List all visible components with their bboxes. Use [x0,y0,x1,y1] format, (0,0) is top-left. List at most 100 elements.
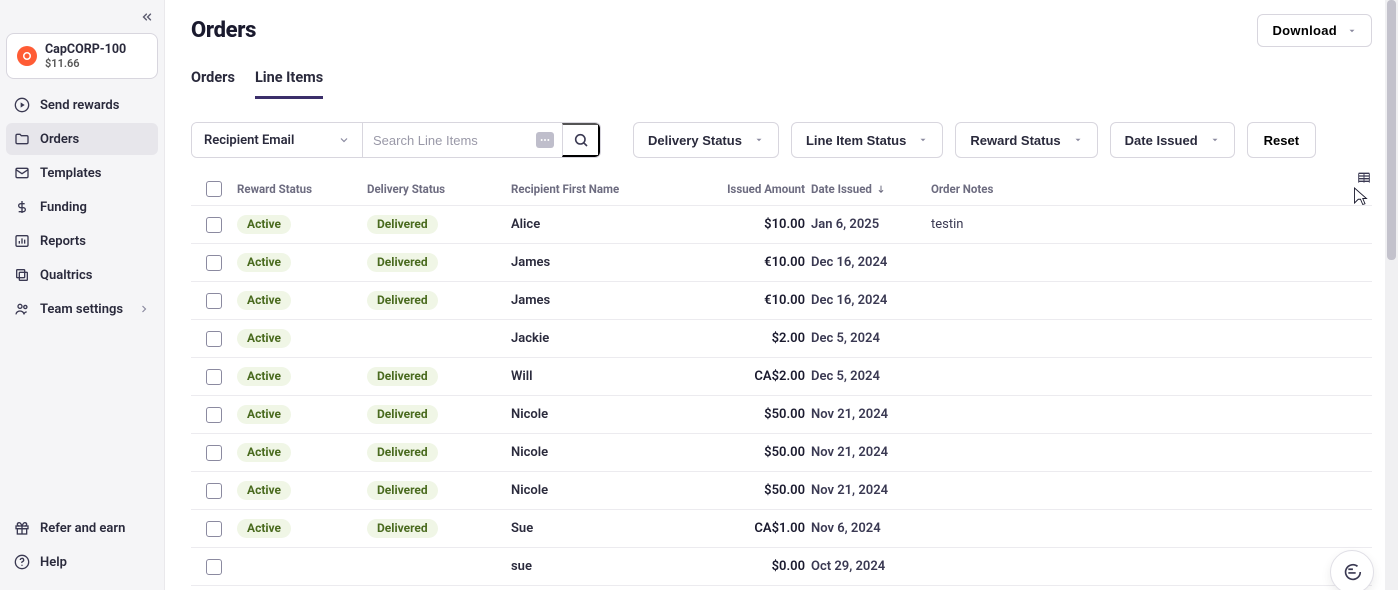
row-checkbox[interactable] [206,369,222,385]
cell-reward-status: Active [237,481,367,500]
page-title: Orders [191,18,256,43]
cell-reward-status: Active [237,367,367,386]
tab-line-items[interactable]: Line Items [255,69,323,99]
cell-recipient-name: James [511,293,711,308]
org-switcher[interactable]: CapCORP-100 $11.66 [6,33,158,79]
table-row[interactable]: ActiveDeliveredNicole$50.00Nov 21, 2024 [191,396,1372,434]
table-row[interactable]: ActiveDeliveredJames€10.00Dec 16, 2024 [191,244,1372,282]
line-items-table: Reward Status Delivery Status Recipient … [191,172,1372,586]
table-row[interactable]: ActiveJackie$2.00Dec 5, 2024 [191,320,1372,358]
filter-date-issued[interactable]: Date Issued [1110,122,1235,158]
help-icon [14,554,30,570]
cell-reward-status: Active [237,253,367,272]
sidebar-item-orders[interactable]: Orders [6,123,158,155]
row-checkbox[interactable] [206,521,222,537]
row-checkbox[interactable] [206,483,222,499]
scrollbar[interactable] [1385,0,1398,590]
collapse-sidebar-button[interactable] [140,10,154,27]
chevron-double-left-icon [140,10,154,24]
row-checkbox[interactable] [206,407,222,423]
sidebar-item-help[interactable]: Help [6,546,158,578]
sidebar-bottom: Refer and earn Help [6,512,158,582]
filter-line-item-status[interactable]: Line Item Status [791,122,943,158]
columns-icon [1356,170,1372,186]
caret-down-icon [918,135,928,145]
table-row[interactable]: sue$0.00Oct 29, 2024 [191,548,1372,586]
select-all-checkbox[interactable] [206,181,222,197]
th-recipient-first-name[interactable]: Recipient First Name [511,182,711,196]
row-checkbox[interactable] [206,445,222,461]
table-row[interactable]: ActiveDeliveredAlice$10.00Jan 6, 2025tes… [191,206,1372,244]
help-launcher[interactable] [1330,550,1374,590]
sidebar-item-team-settings[interactable]: Team settings [6,293,158,325]
row-checkbox[interactable] [206,255,222,271]
row-checkbox[interactable] [206,331,222,347]
cell-date-issued: Nov 21, 2024 [811,407,931,422]
cell-issued-amount: $0.00 [711,559,811,574]
reset-button[interactable]: Reset [1247,122,1316,158]
th-delivery-status[interactable]: Delivery Status [367,182,511,196]
cell-date-issued: Jan 6, 2025 [811,217,931,232]
th-order-notes[interactable]: Order Notes [931,182,1332,196]
sidebar-item-label: Qualtrics [40,268,150,283]
folder-icon [14,131,30,147]
org-name: CapCORP-100 [45,42,126,57]
sidebar-item-label: Funding [40,200,150,215]
cell-date-issued: Dec 16, 2024 [811,255,931,270]
th-date-issued[interactable]: Date Issued [811,182,931,196]
kbd-hint-icon [536,132,554,148]
filter-reward-status[interactable]: Reward Status [955,122,1097,158]
scrollbar-thumb[interactable] [1387,0,1396,260]
table-row[interactable]: ActiveDeliveredSueCA$1.00Nov 6, 2024 [191,510,1372,548]
sidebar-item-templates[interactable]: Templates [6,157,158,189]
search-type-select[interactable]: Recipient Email [192,123,362,157]
cell-delivery-status: Delivered [367,443,511,462]
sidebar-item-qualtrics[interactable]: Qualtrics [6,259,158,291]
filter-label: Delivery Status [648,133,742,148]
dollar-icon [14,199,30,215]
sidebar-item-funding[interactable]: Funding [6,191,158,223]
caret-down-icon [1347,26,1357,36]
download-button[interactable]: Download [1257,14,1372,47]
tab-orders[interactable]: Orders [191,69,235,99]
row-checkbox[interactable] [206,559,222,575]
search-button[interactable] [562,123,600,157]
cell-issued-amount: CA$2.00 [711,369,811,384]
cell-recipient-name: Nicole [511,445,711,460]
caret-down-icon [1210,135,1220,145]
table-header-row: Reward Status Delivery Status Recipient … [191,172,1372,206]
cell-reward-status: Active [237,405,367,424]
cell-date-issued: Nov 6, 2024 [811,521,931,536]
cell-issued-amount: $50.00 [711,407,811,422]
th-issued-amount[interactable]: Issued Amount [711,182,811,196]
cell-reward-status: Active [237,329,367,348]
cell-recipient-name: Nicole [511,407,711,422]
cell-issued-amount: €10.00 [711,255,811,270]
row-checkbox[interactable] [206,293,222,309]
cell-delivery-status: Delivered [367,481,511,500]
users-icon [14,301,30,317]
cell-delivery-status: Delivered [367,367,511,386]
sidebar-item-reports[interactable]: Reports [6,225,158,257]
table-row[interactable]: ActiveDeliveredNicole$50.00Nov 21, 2024 [191,472,1372,510]
table-row[interactable]: ActiveDeliveredJames€10.00Dec 16, 2024 [191,282,1372,320]
sidebar-item-refer[interactable]: Refer and earn [6,512,158,544]
sidebar-item-send-rewards[interactable]: Send rewards [6,89,158,121]
search-input[interactable] [373,133,552,148]
sidebar-item-label: Orders [40,132,150,147]
column-settings-button[interactable] [1356,170,1372,189]
row-checkbox[interactable] [206,217,222,233]
chat-icon [1341,561,1363,583]
cell-reward-status: Active [237,291,367,310]
cell-reward-status: Active [237,443,367,462]
table-row[interactable]: ActiveDeliveredWillCA$2.00Dec 5, 2024 [191,358,1372,396]
gift-icon [14,520,30,536]
sidebar: CapCORP-100 $11.66 Send rewards Orders T… [0,0,165,590]
cell-recipient-name: Jackie [511,331,711,346]
cell-issued-amount: $50.00 [711,483,811,498]
th-reward-status[interactable]: Reward Status [237,182,367,196]
table-row[interactable]: ActiveDeliveredNicole$50.00Nov 21, 2024 [191,434,1372,472]
play-icon [14,97,30,113]
cell-date-issued: Dec 5, 2024 [811,369,931,384]
filter-delivery-status[interactable]: Delivery Status [633,122,779,158]
